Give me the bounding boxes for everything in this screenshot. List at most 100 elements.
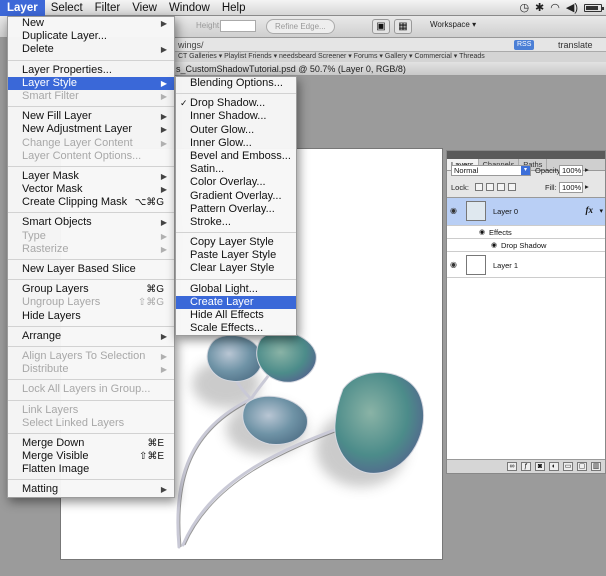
- url-fragment[interactable]: wings/: [178, 40, 204, 50]
- style-item-stroke[interactable]: Stroke...: [176, 216, 296, 229]
- chevron-down-icon[interactable]: ▾: [599, 207, 603, 215]
- fx-icon[interactable]: fx: [586, 205, 594, 215]
- rss-badge[interactable]: RSS: [514, 40, 535, 50]
- volume-icon[interactable]: ◀): [566, 0, 578, 16]
- panel-toggle-icon[interactable]: ▣: [372, 19, 390, 34]
- menu-item-new-adjustment-layer[interactable]: New Adjustment Layer ▶: [8, 123, 174, 136]
- menu-item-layer-style[interactable]: Layer Style ▶: [8, 76, 174, 90]
- menu-item-delete[interactable]: Delete ▶: [8, 43, 174, 56]
- style-item-gradient-overlay[interactable]: Gradient Overlay...: [176, 190, 296, 203]
- height-field[interactable]: [220, 20, 256, 32]
- add-mask-icon[interactable]: ◙: [535, 462, 545, 471]
- layer-row-layer0[interactable]: ◉ Layer 0 fx ▾: [447, 198, 605, 226]
- menu-item-smart-objects[interactable]: Smart Objects ▶: [8, 216, 174, 229]
- menu-item-label: Copy Layer Style: [190, 236, 274, 249]
- style-item-blending-options[interactable]: Blending Options...: [176, 77, 296, 90]
- style-item-drop-shadow[interactable]: ✓ Drop Shadow...: [176, 97, 296, 110]
- style-item-inner-shadow[interactable]: Inner Shadow...: [176, 110, 296, 123]
- bluetooth-icon[interactable]: ✱: [535, 0, 544, 16]
- layer-name[interactable]: Layer 0: [493, 207, 518, 216]
- blend-mode-select[interactable]: Normal ▾: [451, 165, 531, 176]
- menu-item-new-layer-based-slice[interactable]: New Layer Based Slice: [8, 263, 174, 276]
- layer-row-layer1[interactable]: ◉ Layer 1: [447, 252, 605, 278]
- submenu-arrow-icon: ▶: [160, 19, 167, 28]
- style-item-paste-layer-style[interactable]: Paste Layer Style: [176, 249, 296, 262]
- menu-item-label: Rasterize: [22, 242, 69, 255]
- panel-titlebar[interactable]: [447, 151, 605, 159]
- style-item-pattern-overlay[interactable]: Pattern Overlay...: [176, 203, 296, 216]
- lock-all-icon[interactable]: [508, 183, 516, 191]
- submenu-arrow-icon: ▶: [160, 125, 167, 135]
- lock-pixels-icon[interactable]: [486, 183, 494, 191]
- menu-filter[interactable]: Filter: [89, 0, 127, 16]
- menu-item-matting[interactable]: Matting ▶: [8, 483, 174, 496]
- workspace-menu[interactable]: Workspace ▾: [430, 20, 476, 29]
- wifi-icon[interactable]: ◠: [550, 0, 560, 16]
- menu-item-merge-down[interactable]: Merge Down ⌘E: [8, 437, 174, 450]
- eye-icon[interactable]: ◉: [491, 241, 497, 249]
- menu-item-flatten-image[interactable]: Flatten Image: [8, 463, 174, 476]
- drop-shadow-label: Drop Shadow: [501, 241, 547, 250]
- menu-item-label: Type: [22, 229, 46, 242]
- bookmarks-bar[interactable]: CT Galleries ▾ Playlist Friends ▾ needsb…: [174, 52, 606, 62]
- drop-shadow-row[interactable]: ◉ Drop Shadow: [447, 239, 605, 252]
- refine-edge-button[interactable]: Refine Edge...: [266, 19, 335, 34]
- new-group-icon[interactable]: ▭: [563, 462, 573, 471]
- menu-item-label: Stroke...: [190, 215, 231, 228]
- menu-item-merge-visible[interactable]: Merge Visible ⇧⌘E: [8, 450, 174, 463]
- menu-view[interactable]: View: [126, 0, 163, 16]
- style-item-copy-layer-style[interactable]: Copy Layer Style: [176, 236, 296, 249]
- history-icon[interactable]: ◷: [519, 0, 529, 16]
- eye-icon[interactable]: ◉: [479, 228, 485, 236]
- eye-icon[interactable]: ◉: [450, 206, 457, 215]
- lock-position-icon[interactable]: [497, 183, 505, 191]
- effects-row[interactable]: ◉ Effects: [447, 226, 605, 239]
- new-layer-icon[interactable]: ▢: [577, 462, 587, 471]
- style-item-scale-effects[interactable]: Scale Effects...: [176, 322, 296, 335]
- menu-item-layer-properties[interactable]: Layer Properties...: [8, 64, 174, 77]
- link-layers-icon[interactable]: ∞: [507, 462, 517, 471]
- panel-footer: ∞ ƒ ◙ ◐ ▭ ▢ ▥: [447, 459, 605, 473]
- style-item-hide-all-effects[interactable]: Hide All Effects: [176, 309, 296, 322]
- style-item-color-overlay[interactable]: Color Overlay...: [176, 176, 296, 189]
- fill-arrow-icon[interactable]: ▸: [585, 182, 589, 191]
- add-style-icon[interactable]: ƒ: [521, 462, 531, 471]
- style-item-outer-glow[interactable]: Outer Glow...: [176, 124, 296, 137]
- layer-name[interactable]: Layer 1: [493, 261, 518, 270]
- opacity-arrow-icon[interactable]: ▸: [585, 165, 589, 174]
- menu-item-new[interactable]: New ▶: [8, 17, 174, 30]
- menu-item-new-fill-layer[interactable]: New Fill Layer ▶: [8, 110, 174, 123]
- bridge-icon[interactable]: ▦: [394, 19, 412, 34]
- style-item-inner-glow[interactable]: Inner Glow...: [176, 137, 296, 150]
- menu-item-label: Distribute: [22, 363, 69, 376]
- style-item-satin[interactable]: Satin...: [176, 163, 296, 176]
- menu-item-arrange[interactable]: Arrange ▶: [8, 330, 174, 343]
- menu-select[interactable]: Select: [45, 0, 89, 16]
- eye-icon[interactable]: ◉: [450, 260, 457, 269]
- menu-window[interactable]: Window: [163, 0, 216, 16]
- style-item-create-layer[interactable]: Create Layer: [176, 295, 296, 309]
- menu-help[interactable]: Help: [216, 0, 252, 16]
- translate-link[interactable]: translate: [558, 38, 593, 52]
- menu-separator: [8, 165, 174, 167]
- menu-layer[interactable]: Layer: [0, 0, 45, 16]
- menu-item-label: Gradient Overlay...: [190, 189, 282, 202]
- menu-item-layer-mask[interactable]: Layer Mask ▶: [8, 170, 174, 183]
- menu-item-hide-layers[interactable]: Hide Layers: [8, 310, 174, 323]
- menu-item-group-layers[interactable]: Group Layers ⌘G: [8, 283, 174, 296]
- fill-label: Fill:: [545, 183, 557, 192]
- style-item-bevel-and-emboss[interactable]: Bevel and Emboss...: [176, 150, 296, 163]
- adjustment-layer-icon[interactable]: ◐: [549, 462, 559, 471]
- style-item-global-light[interactable]: Global Light...: [176, 283, 296, 296]
- menu-item-vector-mask[interactable]: Vector Mask ▶: [8, 183, 174, 196]
- fill-field[interactable]: 100%: [559, 182, 583, 193]
- trash-icon[interactable]: ▥: [591, 462, 601, 471]
- menu-item-duplicate-layer[interactable]: Duplicate Layer...: [8, 30, 174, 43]
- chevron-down-icon: ▾: [521, 166, 530, 175]
- lock-transparency-icon[interactable]: [475, 183, 483, 191]
- opacity-field[interactable]: 100%: [559, 165, 583, 176]
- menu-item-label: Align Layers To Selection: [22, 349, 146, 362]
- style-item-clear-layer-style[interactable]: Clear Layer Style: [176, 262, 296, 275]
- menu-item-create-clipping-mask[interactable]: Create Clipping Mask ⌥⌘G: [8, 196, 174, 209]
- battery-icon[interactable]: [584, 4, 604, 12]
